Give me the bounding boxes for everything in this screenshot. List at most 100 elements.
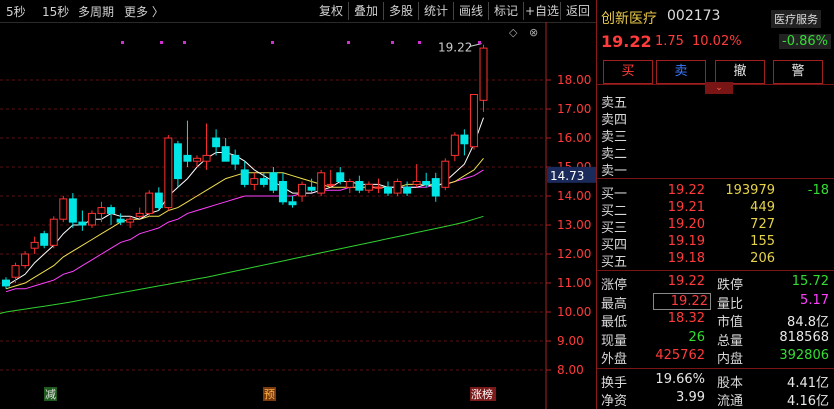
event-dot bbox=[271, 41, 274, 44]
stat-value: 3.99 bbox=[676, 390, 705, 405]
draw-button[interactable]: 画线 bbox=[454, 2, 489, 20]
divider bbox=[597, 178, 834, 179]
candle-body bbox=[11, 265, 20, 278]
candle-body bbox=[87, 212, 96, 226]
candle-body bbox=[183, 154, 192, 162]
bid-price: 19.19 bbox=[667, 234, 705, 249]
candle-body bbox=[145, 192, 154, 214]
candle-body bbox=[307, 186, 316, 191]
y-tick-label: 17.00 bbox=[557, 102, 591, 116]
event-dot bbox=[121, 41, 124, 44]
candle-body bbox=[40, 233, 49, 246]
stats-button[interactable]: 统计 bbox=[419, 2, 454, 20]
high-callout-label: 19.22 bbox=[438, 41, 472, 55]
stat-label: 内盘 bbox=[717, 352, 744, 367]
period-5s[interactable]: 5秒 bbox=[6, 3, 26, 20]
stock-code: 002173 bbox=[667, 8, 721, 24]
ma20-line bbox=[5, 169, 484, 293]
y-tick-label: 18.00 bbox=[557, 73, 591, 87]
stat-value: 18.32 bbox=[667, 311, 705, 326]
candle-body bbox=[97, 207, 106, 214]
period-15s[interactable]: 15秒 bbox=[42, 3, 69, 20]
stat-label: 现量 bbox=[601, 333, 628, 349]
last-price: 19.22 bbox=[601, 32, 652, 51]
sell-button[interactable]: 卖 bbox=[656, 60, 706, 84]
add-watchlist-button[interactable]: +自选 bbox=[524, 2, 561, 20]
bid-volume: 193979 bbox=[725, 183, 775, 198]
period-more[interactable]: 更多 〉 bbox=[124, 3, 164, 20]
event-dot bbox=[183, 41, 186, 44]
candle-body bbox=[30, 241, 39, 249]
divider bbox=[597, 368, 834, 369]
y-tick-label: 16.00 bbox=[557, 131, 591, 145]
sector-name[interactable]: 医疗服务 bbox=[771, 10, 821, 28]
stat-value: 84.8亿 bbox=[787, 315, 829, 330]
candle-body bbox=[460, 134, 469, 145]
event-marker-label: 减 bbox=[45, 388, 56, 401]
y-tick-label: 11.00 bbox=[557, 276, 591, 290]
candle-body bbox=[374, 186, 383, 189]
multi-stock-button[interactable]: 多股 bbox=[384, 2, 419, 20]
divider bbox=[597, 270, 834, 271]
candle-body bbox=[355, 181, 364, 191]
event-dot bbox=[478, 41, 481, 44]
period-multi[interactable]: 多周期 bbox=[78, 3, 114, 20]
stat-label: 涨停 bbox=[601, 278, 628, 293]
back-button[interactable]: 返回 bbox=[561, 2, 595, 20]
stat-value: 19.22 bbox=[653, 292, 711, 310]
event-marker-label: 涨榜 bbox=[471, 387, 493, 401]
event-dot bbox=[347, 41, 350, 44]
cancel-order-button[interactable]: 撤 bbox=[715, 60, 765, 84]
bid-label: 买五 bbox=[601, 255, 628, 270]
candle-body bbox=[422, 181, 431, 185]
bid-volume: 155 bbox=[750, 234, 775, 249]
expand-icon: ⊗ bbox=[529, 26, 538, 39]
candle-body bbox=[212, 137, 221, 148]
candle-body bbox=[135, 212, 144, 217]
bid-volume: 206 bbox=[750, 251, 775, 266]
stat-value: 5.17 bbox=[800, 292, 829, 308]
candle-body bbox=[336, 172, 345, 183]
candle-body bbox=[345, 181, 354, 188]
candle-body bbox=[173, 143, 182, 180]
stat-label: 最高 bbox=[601, 296, 628, 312]
stat-label: 最低 bbox=[601, 315, 628, 330]
candle-body bbox=[193, 157, 201, 162]
stat-label: 总量 bbox=[717, 333, 744, 349]
stat-value: 818568 bbox=[779, 329, 829, 345]
candle-body bbox=[259, 178, 268, 185]
overlay-button[interactable]: 叠加 bbox=[349, 2, 384, 20]
bid-delta: -18 bbox=[807, 183, 829, 198]
candle-body bbox=[269, 172, 278, 191]
alert-button[interactable]: 警 bbox=[773, 60, 823, 84]
candle-body bbox=[59, 198, 68, 220]
stock-name: 创新医疗 bbox=[601, 11, 657, 27]
candle-body bbox=[431, 178, 440, 197]
stat-label: 跌停 bbox=[717, 278, 744, 293]
stat-value: 425762 bbox=[655, 348, 705, 363]
y-tick-label: 10.00 bbox=[557, 305, 591, 319]
candle-body bbox=[384, 186, 392, 194]
mark-button[interactable]: 标记 bbox=[489, 2, 524, 20]
candle-body bbox=[202, 154, 211, 162]
bid-volume: 727 bbox=[750, 217, 775, 232]
y-tick-label: 13.00 bbox=[557, 218, 591, 232]
stat-label: 流通 bbox=[717, 394, 744, 409]
buy-button[interactable]: 买 bbox=[603, 60, 653, 84]
candle-body bbox=[231, 154, 240, 165]
candle-body bbox=[364, 183, 373, 191]
bid-price: 19.21 bbox=[667, 200, 705, 215]
stat-label: 股本 bbox=[717, 376, 744, 391]
kline-chart-svg: 18.0017.0016.0015.0014.0013.0012.0011.00… bbox=[0, 22, 596, 409]
kline-chart[interactable]: 18.0017.0016.0015.0014.0013.0012.0011.00… bbox=[0, 22, 596, 409]
candle-body bbox=[49, 218, 58, 246]
bid-price: 19.20 bbox=[667, 217, 705, 232]
collapse-chevron-icon[interactable]: ⌄ bbox=[705, 82, 733, 94]
y-tick-label: 9.00 bbox=[557, 334, 584, 348]
stat-value: 19.66% bbox=[655, 372, 705, 387]
adjust-button[interactable]: 复权 bbox=[314, 2, 349, 20]
bid-price: 19.22 bbox=[667, 183, 705, 198]
candle-body bbox=[317, 172, 326, 194]
candle-body bbox=[2, 279, 10, 287]
stat-value: 4.41亿 bbox=[787, 376, 829, 391]
